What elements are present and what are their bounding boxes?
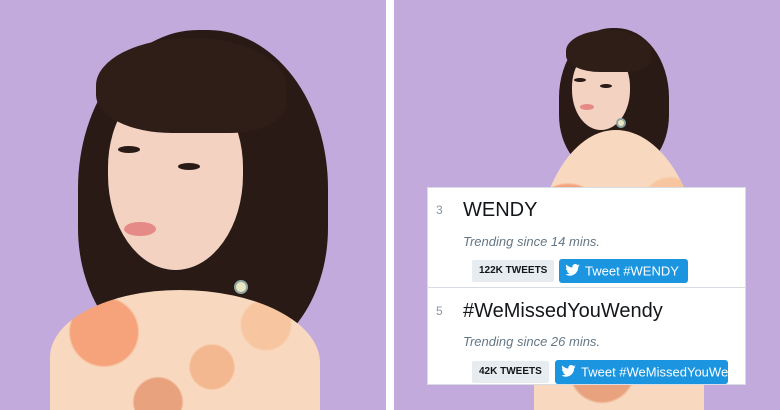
- lips: [124, 222, 156, 236]
- twitter-bird-icon: [561, 361, 576, 384]
- tweet-hashtag-button[interactable]: Tweet #WeMissedYouWendy: [555, 360, 728, 384]
- trends-card: 3 WENDY Trending since 14 mins. 122K TWE…: [427, 187, 746, 385]
- tweet-count-badge: 42K TWEETS: [472, 361, 549, 383]
- trend-item[interactable]: 5 #WeMissedYouWendy Trending since 26 mi…: [428, 288, 745, 384]
- fringe-shape: [566, 30, 651, 72]
- tweet-hashtag-button[interactable]: Tweet #WENDY: [559, 259, 688, 283]
- trend-item[interactable]: 3 WENDY Trending since 14 mins. 122K TWE…: [428, 188, 745, 288]
- trend-rank: 3: [436, 203, 443, 217]
- twitter-bird-icon: [565, 260, 580, 283]
- left-portrait-photo: [0, 0, 386, 410]
- left-eye: [118, 146, 140, 153]
- fringe-shape: [96, 38, 286, 133]
- tweet-count-badge: 122K TWEETS: [472, 260, 555, 282]
- left-eye: [574, 78, 586, 82]
- lips: [580, 104, 594, 110]
- trend-since: Trending since 14 mins.: [463, 234, 601, 249]
- tweet-button-label: Tweet #WeMissedYouWendy: [581, 364, 728, 380]
- trend-name[interactable]: WENDY: [463, 199, 537, 222]
- tweet-button-label: Tweet #WENDY: [585, 263, 679, 279]
- trend-rank: 5: [436, 304, 443, 318]
- earring-icon: [234, 280, 248, 294]
- earring-icon: [616, 118, 626, 128]
- right-eye: [178, 163, 200, 170]
- right-eye: [600, 84, 612, 88]
- trend-since: Trending since 26 mins.: [463, 334, 601, 349]
- trend-name[interactable]: #WeMissedYouWendy: [463, 300, 663, 323]
